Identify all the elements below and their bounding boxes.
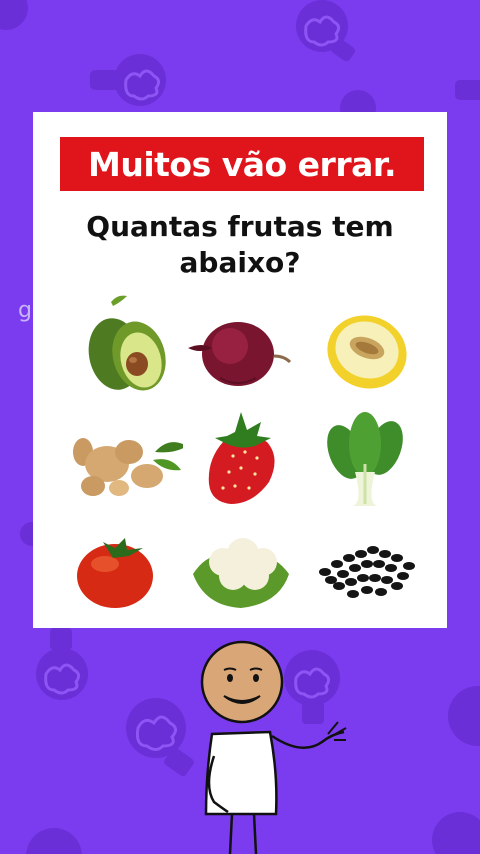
strawberry-icon xyxy=(183,402,303,506)
brain-bulb-icon xyxy=(432,812,480,854)
bok-choy-icon xyxy=(301,402,421,506)
question-line-1: Quantas frutas tem xyxy=(86,210,394,243)
cartoon-character-icon xyxy=(200,640,347,854)
item-grid xyxy=(33,290,447,610)
brain-bulb-icon xyxy=(448,686,480,746)
melon-icon xyxy=(301,290,421,394)
brain-bulb-icon xyxy=(26,828,82,854)
brain-bulb-icon xyxy=(455,80,480,100)
question-line-2: abaixo? xyxy=(179,246,301,279)
brain-bulb-icon xyxy=(0,0,28,30)
brain-bulb-icon xyxy=(90,54,166,106)
banner-text: Muitos vão errar. xyxy=(88,144,396,184)
brain-bulb-icon xyxy=(36,628,88,700)
watermark: g xyxy=(18,298,32,323)
avocado-icon xyxy=(63,290,183,394)
question: Quantas frutas tem abaixo? xyxy=(33,209,447,281)
banner: Muitos vão errar. xyxy=(60,137,424,191)
ginger-icon xyxy=(63,402,187,506)
red-onion-icon xyxy=(180,290,300,394)
quiz-card: Muitos vão errar. Quantas frutas tem aba… xyxy=(33,112,447,628)
brain-bulb-icon xyxy=(296,0,356,62)
black-beans-icon xyxy=(305,514,425,618)
cauliflower-icon xyxy=(183,514,303,618)
tomato-icon xyxy=(63,514,183,618)
brain-bulb-icon xyxy=(20,522,34,546)
